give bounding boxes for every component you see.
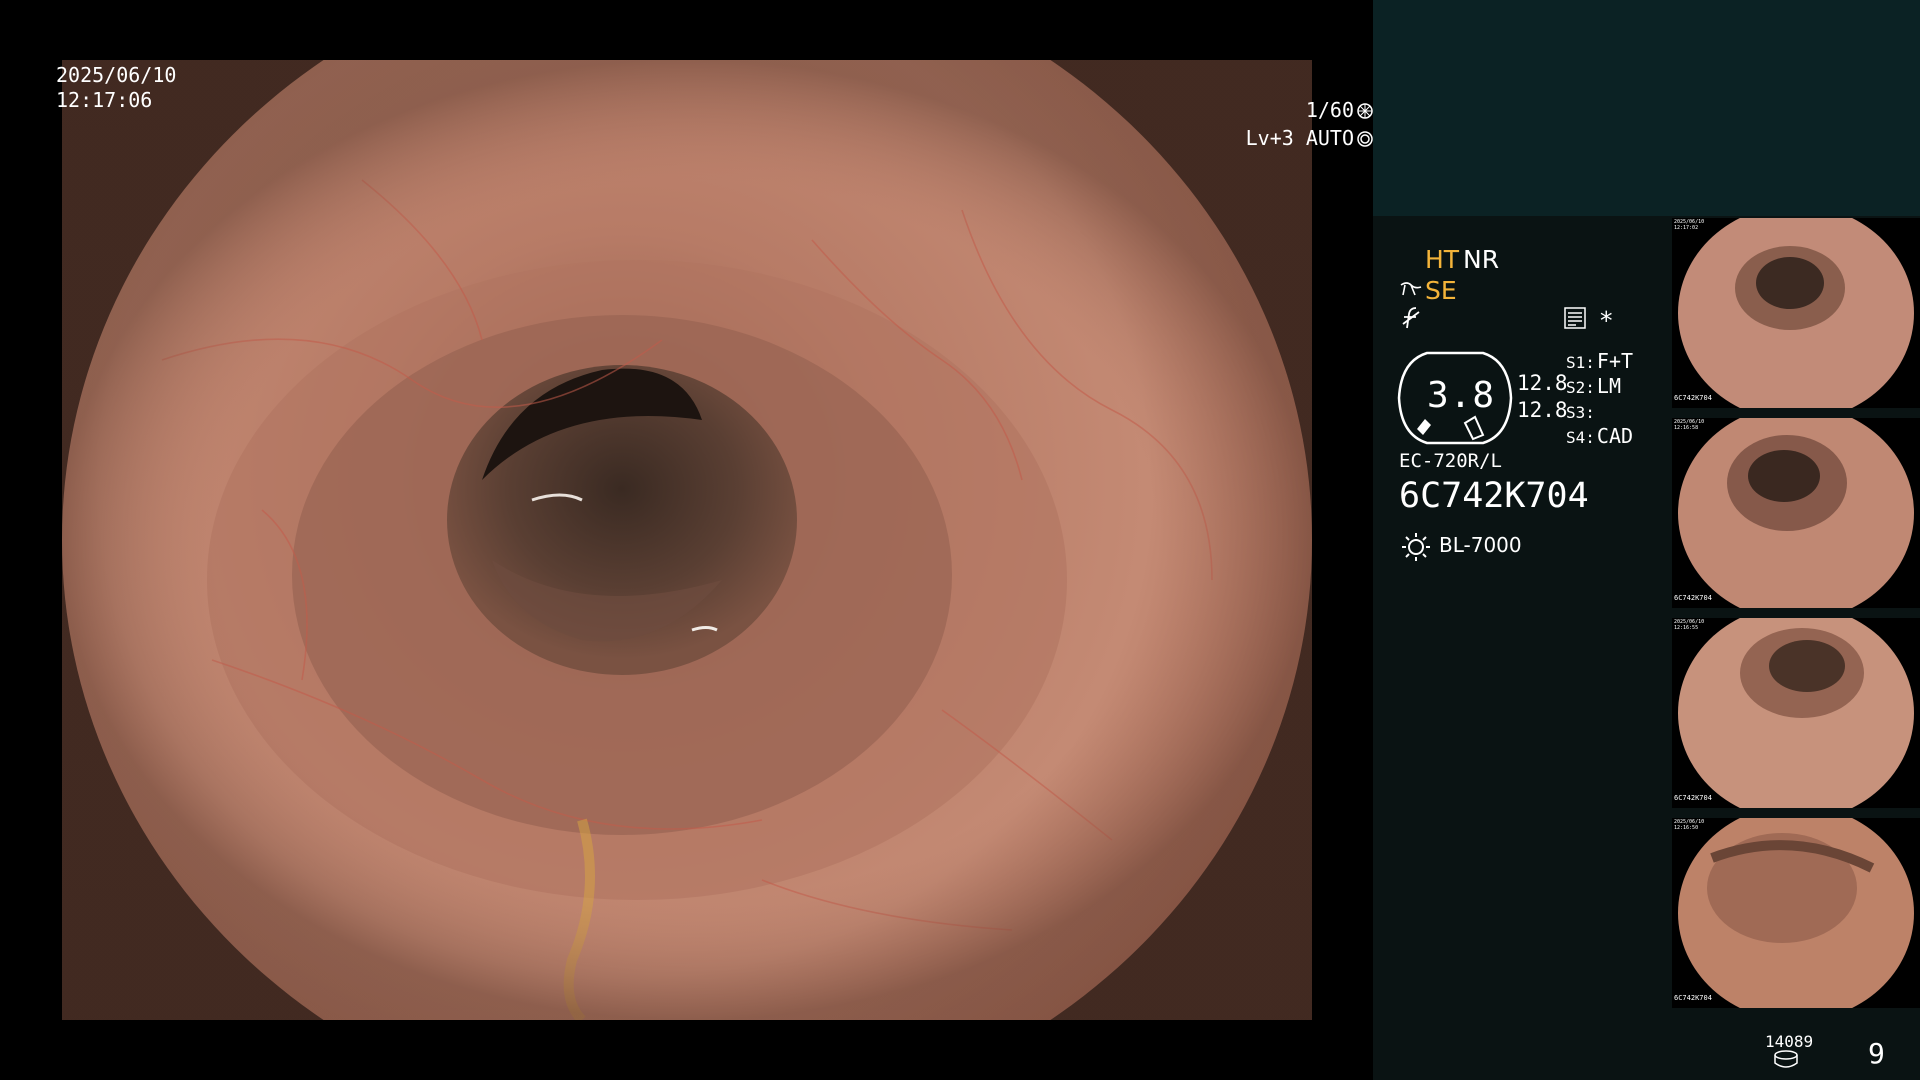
thumbnail-4[interactable]: 2025/06/10 12:16:50 6C742K704 [1672,818,1920,1008]
thumbnail-image [1678,618,1914,808]
endoscope-live-image [62,60,1312,1020]
thumbnail-scope-id: 6C742K704 [1674,994,1712,1002]
thumbnail-datetime: 2025/06/10 12:16:55 [1674,619,1705,631]
thumbnail-image [1678,218,1914,408]
menu-icon [1564,307,1586,329]
switch-slot-3: S3: [1566,401,1597,421]
slot-key: S3: [1566,403,1595,422]
switch-slot-4: S4: CAD [1566,426,1633,446]
switch-slot-2: S2: LM [1566,376,1621,396]
asterisk-indicator: * [1600,306,1613,335]
brightness-level: Lv+3 AUTO [1245,126,1354,150]
structure-enhance-icon [1400,282,1422,296]
endoscope-main-view: 2025/06/10 12:17:06 1/60 Lv+3 AUTO [0,0,1373,1080]
slot-key: S4: [1566,428,1595,447]
storage-disk-icon [1774,1050,1798,1068]
gauge-lower-value: 12.8 [1517,398,1568,422]
panel-header-area [1373,0,1920,216]
thumbnail-3[interactable]: 2025/06/10 12:16:55 6C742K704 [1672,618,1920,808]
hardness-tuning-label: HT [1425,245,1460,274]
light-source-model: BL-7000 [1439,533,1522,557]
exposure-readout: 1/60 Lv+3 AUTO [53,100,1373,156]
shutter-speed: 1/60 [1305,98,1354,122]
auto-iris-icon [1357,131,1373,147]
thumbnail-datetime: 2025/06/10 12:16:50 [1674,819,1705,831]
page-number: 9 [1868,1037,1885,1070]
light-source-icon [1402,533,1430,561]
slot-value: CAD [1596,424,1634,448]
thumbnail-image [1678,418,1914,608]
thumbnail-scope-id: 6C742K704 [1674,394,1712,402]
stored-image-count: 14089 [1765,1032,1814,1051]
thumbnail-1[interactable]: 2025/06/10 12:17:02 6C742K704 [1672,218,1920,408]
thumbnail-scope-id: 6C742K704 [1674,794,1712,802]
freeze-icon [1402,307,1420,329]
capture-date: 2025/06/10 [56,63,177,87]
noise-reduction-label: NR [1463,245,1500,274]
scope-serial: 6C742K704 [1399,476,1589,516]
gauge-upper-value: 12.8 [1517,371,1568,395]
structure-enhance-label: SE [1425,276,1457,305]
slot-key: S2: [1566,378,1595,397]
slot-value: LM [1596,374,1621,398]
shutter-icon [1357,103,1373,119]
thumbnail-datetime: 2025/06/10 12:17:02 [1674,219,1705,231]
slot-value: F+T [1596,349,1634,373]
gauge-value: 3.8 [1427,375,1496,416]
thumbnail-scope-id: 6C742K704 [1674,594,1712,602]
slot-key: S1: [1566,353,1595,372]
thumbnail-datetime: 2025/06/10 12:16:58 [1674,419,1705,431]
thumbnail-2[interactable]: 2025/06/10 12:16:58 6C742K704 [1672,418,1920,608]
switch-slot-1: S1: F+T [1566,351,1633,371]
scope-model: EC-720R/L [1399,450,1502,472]
thumbnail-image [1678,818,1914,1008]
